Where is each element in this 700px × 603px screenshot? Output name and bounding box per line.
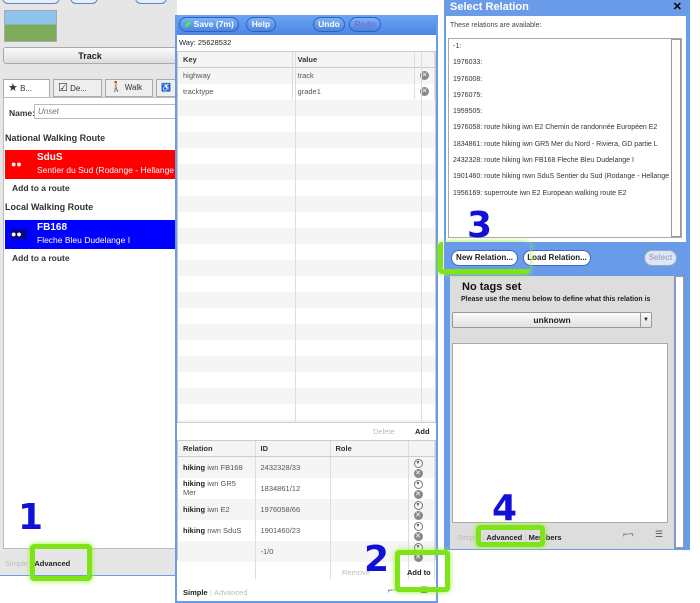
- route-item-fb168[interactable]: ●● FB168 Fleche Bleu Dudelange I: [5, 220, 177, 249]
- select-relation-dialog: Select Relation ✕ These relations are av…: [444, 0, 690, 550]
- name-input[interactable]: [34, 104, 177, 119]
- annotation-2: 2: [364, 539, 390, 580]
- tab-details[interactable]: ☑ De...: [53, 79, 102, 97]
- tag-area: [452, 343, 668, 523]
- wheelchair-icon: ♿: [161, 83, 171, 92]
- highlight-add-to: [395, 550, 450, 592]
- save-button[interactable]: ⬈ Save (7m): [179, 17, 239, 32]
- tab-walk[interactable]: 🚶 Walk: [105, 79, 153, 97]
- remove-icon[interactable]: ✕: [413, 489, 423, 499]
- role-field[interactable]: [330, 498, 409, 520]
- tag-row[interactable]: tracktype grade1 ✕: [178, 83, 435, 99]
- walker-icon: 🚶: [110, 82, 123, 93]
- add-button[interactable]: Add: [415, 427, 430, 436]
- save-arrow-icon: ⬈: [184, 19, 192, 29]
- simple-tab[interactable]: Simple: [5, 559, 28, 568]
- toolbar-button[interactable]: [2, 0, 60, 4]
- toolbar-button[interactable]: [70, 0, 98, 4]
- list-item[interactable]: 1976033:: [449, 55, 681, 71]
- dropdown-icon[interactable]: ▼: [413, 521, 423, 531]
- dialog-title: Select Relation: [450, 1, 529, 13]
- list-scrollbar[interactable]: [671, 39, 681, 237]
- menu-icon[interactable]: ☰: [655, 529, 663, 540]
- intro-text: These relations are available:: [450, 22, 542, 29]
- dropdown-icon[interactable]: ▼: [413, 479, 423, 489]
- delete-button[interactable]: Delete: [373, 427, 395, 436]
- role-field[interactable]: [330, 519, 409, 541]
- tag-row[interactable]: highway track ✕: [178, 67, 435, 83]
- add-to-route-link[interactable]: Add to a route: [12, 253, 70, 263]
- route-icon: ●●: [11, 159, 22, 169]
- undo-button[interactable]: Undo: [313, 17, 345, 32]
- relation-table: Relation ID Role hiking iwn FB168 2432328/3…: [177, 440, 436, 579]
- annotation-3: 3: [467, 205, 493, 246]
- panel-scrollbar[interactable]: [675, 276, 684, 548]
- relation-type-dropdown[interactable]: unknown ▼: [452, 312, 652, 328]
- remove-icon[interactable]: ✕: [413, 531, 423, 541]
- list-item[interactable]: 1976075:: [449, 88, 681, 104]
- preset-image: [4, 10, 57, 42]
- dropdown-icon[interactable]: ▼: [413, 458, 423, 468]
- remove-icon[interactable]: ✕: [413, 510, 423, 520]
- hint-text: Please use the menu below to define what…: [461, 296, 651, 303]
- tag-editor-panel: ⬈ Save (7m) Help Undo Redo Way: 25628532…: [175, 15, 438, 603]
- preset-button[interactable]: Track: [3, 47, 177, 64]
- redo-button[interactable]: Redo: [349, 17, 381, 32]
- relation-row[interactable]: hiking iwn GR5 Mer 1834861/12 ▼✕: [178, 477, 435, 499]
- highlight-advanced: [30, 544, 92, 581]
- split-icon[interactable]: ⌐¬: [623, 529, 634, 539]
- annotation-4: 4: [492, 488, 518, 529]
- checkbox-icon: ☑: [58, 82, 68, 94]
- star-icon: ★: [8, 82, 18, 94]
- role-field[interactable]: [330, 477, 409, 499]
- tab-basic[interactable]: ★ B...: [3, 79, 50, 98]
- list-item[interactable]: 1976008:: [449, 72, 681, 88]
- annotation-1: 1: [18, 497, 44, 538]
- name-label: Name:: [9, 108, 35, 118]
- role-field[interactable]: [330, 456, 409, 478]
- list-item[interactable]: 1976058: route hiking iwn E2 Chemin de r…: [449, 120, 669, 136]
- route-item-sdus[interactable]: ●● SduS Sentier du Sud (Rodange - Hellan…: [5, 150, 177, 179]
- toolbar: ⬈ Save (7m) Help Undo Redo: [177, 15, 436, 35]
- toolbar-button[interactable]: [135, 0, 167, 4]
- list-item[interactable]: 1901460: route hiking nwn SduS Sentier d…: [449, 169, 669, 185]
- list-item[interactable]: 1956169: superroute iwn E2 European walk…: [449, 186, 669, 202]
- list-item[interactable]: 1834861: route hiking iwn GR5 Mer du Nor…: [449, 137, 669, 153]
- highlight-new-relation: [438, 242, 530, 274]
- add-to-route-link[interactable]: Add to a route: [12, 183, 70, 193]
- relation-row[interactable]: hiking nwn SduS 1901460/23 ▼✕: [178, 519, 435, 541]
- load-relation-button[interactable]: Load Relation...: [523, 250, 591, 266]
- select-button[interactable]: Select: [644, 250, 677, 266]
- way-id: Way: 25628532: [179, 38, 232, 47]
- list-item[interactable]: -1:: [449, 39, 681, 55]
- tab-wheelchair[interactable]: ♿: [156, 79, 177, 97]
- help-button[interactable]: Help: [246, 17, 276, 32]
- list-item[interactable]: 1959505:: [449, 104, 681, 120]
- section-heading: Local Walking Route: [5, 202, 94, 212]
- no-tags-heading: No tags set: [462, 281, 522, 293]
- remove-icon[interactable]: ✕: [413, 468, 423, 478]
- section-heading: National Walking Route: [5, 133, 106, 143]
- simple-tab[interactable]: Simple: [183, 588, 208, 597]
- advanced-tab[interactable]: Advanced: [214, 588, 247, 597]
- tag-table: Key Value highway track ✕ tracktype grade1 ✕: [177, 51, 436, 423]
- route-icon: ●●: [11, 229, 27, 239]
- relation-row[interactable]: hiking iwn FB168 2432328/33 ▼✕: [178, 456, 435, 478]
- close-icon[interactable]: ✕: [673, 0, 682, 13]
- chevron-down-icon: ▼: [640, 313, 651, 327]
- left-panel: Track ★ B... ☑ De... 🚶 Walk ♿ Name: Nati…: [0, 0, 177, 576]
- dropdown-icon[interactable]: ▼: [413, 500, 423, 510]
- relation-row[interactable]: hiking iwn E2 1976058/66 ▼✕: [178, 498, 435, 520]
- list-item[interactable]: 2432328: route hiking lwn FB168 Fleche B…: [449, 153, 669, 169]
